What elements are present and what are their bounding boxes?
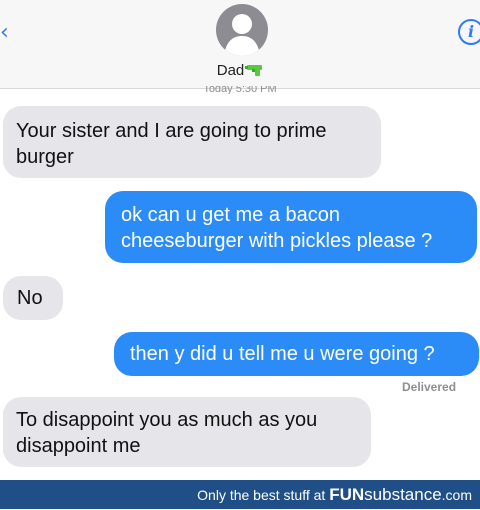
conversation-header: ‹ Dad i Today 5:30 PM: [0, 0, 480, 94]
water-gun-emoji-icon: [245, 63, 263, 81]
message-bubble-sent: then y did u tell me u were going ?: [114, 332, 479, 376]
watermark-footer: Only the best stuff at FUNsubstance.com: [0, 480, 480, 509]
timestamp: Today 5:30 PM: [203, 86, 277, 94]
contact-name-text: Dad: [216, 62, 245, 79]
message-bubble-received: Your sister and I are going to prime bur…: [3, 106, 381, 178]
delivered-status: Delivered: [402, 380, 457, 394]
info-icon[interactable]: i: [458, 19, 480, 45]
message-bubble-sent: ok can u get me a bacon cheeseburger wit…: [105, 191, 477, 263]
back-chevron-icon[interactable]: ‹: [0, 22, 10, 44]
footer-brand-rest: substance: [364, 485, 442, 504]
footer-text: Only the best stuff at FUNsubstance.com: [197, 480, 472, 510]
footer-prefix: Only the best stuff at: [197, 487, 330, 503]
footer-domain: .com: [441, 487, 472, 503]
message-bubble-received: No: [3, 276, 63, 320]
message-bubble-received: To disappoint you as much as you disappo…: [3, 397, 371, 467]
contact-name[interactable]: Dad: [0, 62, 480, 81]
avatar-icon[interactable]: [216, 4, 268, 56]
footer-brand-bold: FUN: [329, 485, 365, 504]
